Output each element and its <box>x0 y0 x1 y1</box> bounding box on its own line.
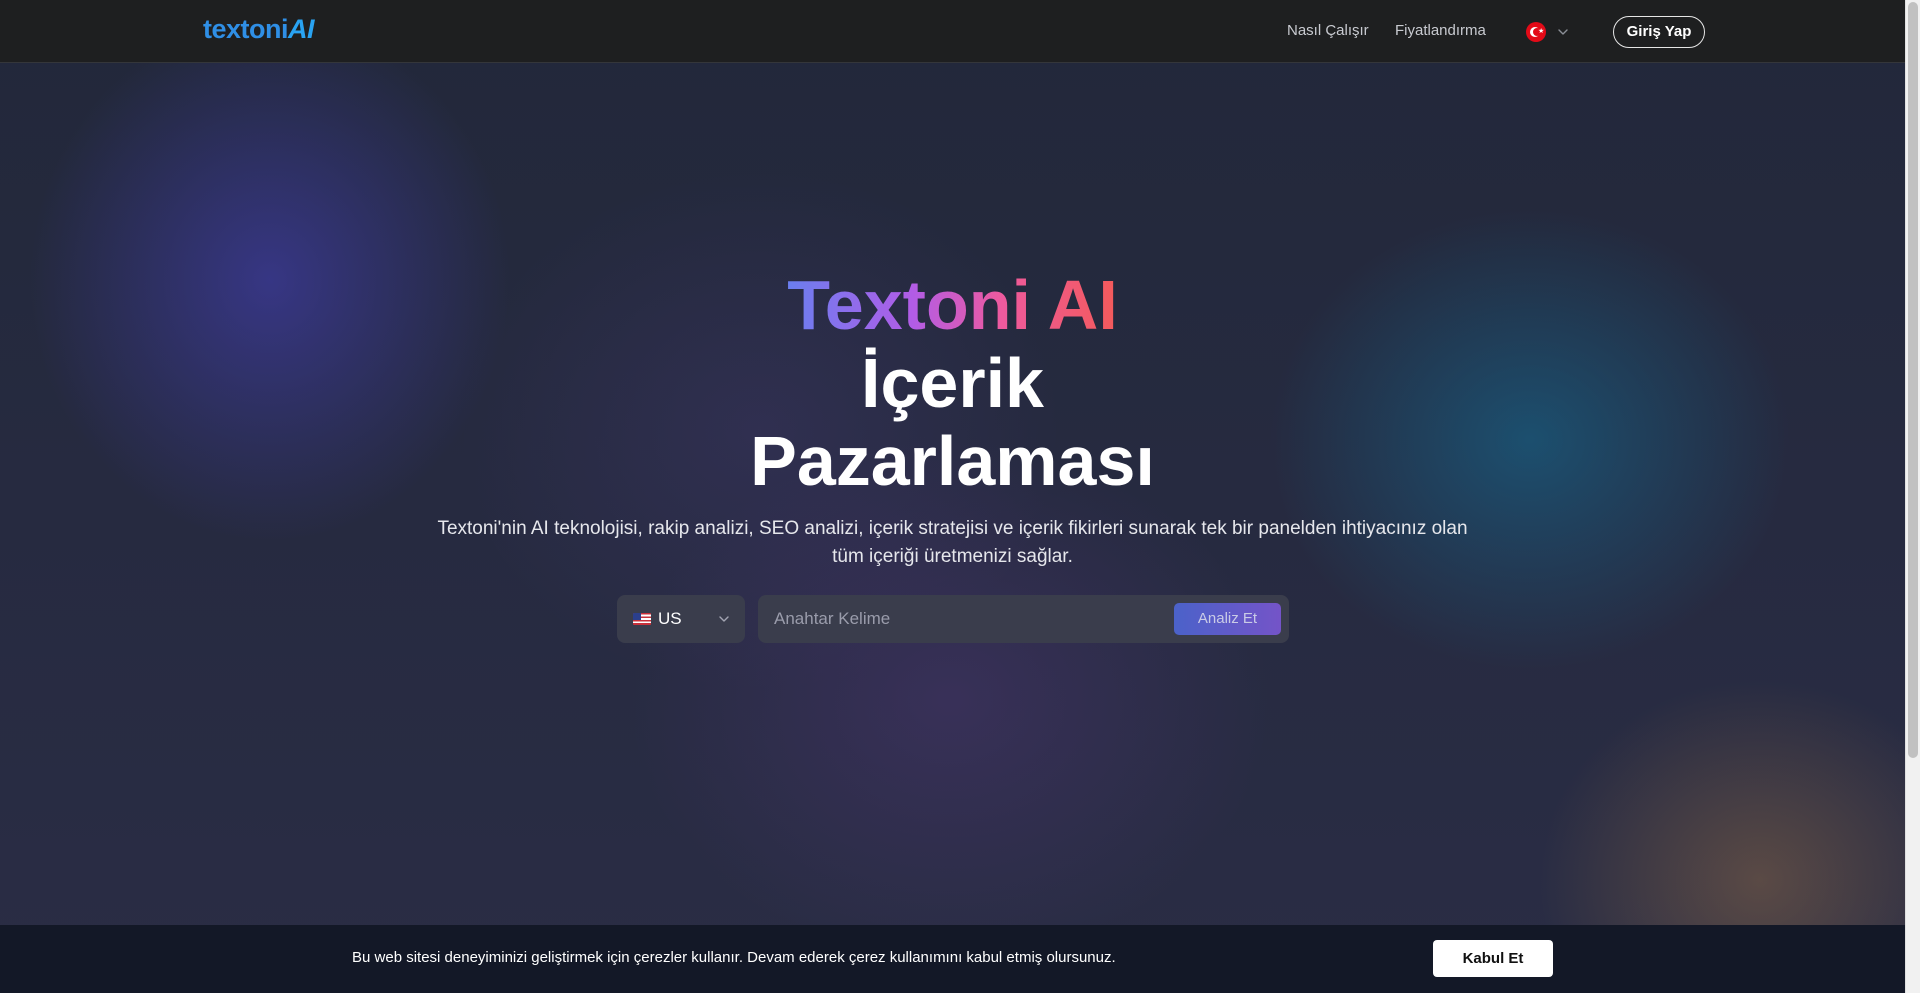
nav-pricing[interactable]: Fiyatlandırma <box>1395 22 1486 39</box>
hero-brand-text: Textoni AI <box>787 266 1118 344</box>
textoni-logo[interactable]: textoniAI <box>203 14 315 45</box>
scrollbar-thumb[interactable] <box>1908 2 1918 758</box>
vertical-scrollbar[interactable] <box>1905 0 1920 993</box>
language-selector[interactable]: ★ <box>1526 22 1570 42</box>
hero-description: Textoni'nin AI teknolojisi, rakip analiz… <box>437 518 1468 567</box>
login-button[interactable]: Giriş Yap <box>1613 16 1705 48</box>
chevron-down-icon <box>719 616 729 622</box>
cookie-banner: Bu web sitesi deneyiminizi geliştirmek i… <box>0 925 1905 993</box>
cookie-accept-button[interactable]: Kabul Et <box>1433 940 1553 977</box>
hero-title-line-2: İçerik <box>861 344 1044 422</box>
nav-how-it-works[interactable]: Nasıl Çalışır <box>1287 22 1369 39</box>
logo-ai-mark: AI <box>288 14 315 44</box>
main-content: textoniAI Nasıl Çalışır Fiyatlandırma ★ … <box>0 0 1905 993</box>
top-navbar: textoniAI Nasıl Çalışır Fiyatlandırma ★ … <box>0 0 1905 63</box>
keyword-search-box: Analiz Et <box>758 595 1289 643</box>
turkey-flag-icon: ★ <box>1526 22 1546 42</box>
us-flag-icon <box>633 613 651 625</box>
logo-wordmark: textoni <box>203 14 289 44</box>
page: textoniAI Nasıl Çalışır Fiyatlandırma ★ … <box>0 0 1920 993</box>
country-code: US <box>658 609 682 628</box>
keyword-input[interactable] <box>774 605 1134 633</box>
cookie-message: Bu web sitesi deneyiminizi geliştirmek i… <box>352 949 1116 966</box>
hero-brand-title: Textoni AI <box>0 266 1905 344</box>
chevron-down-icon <box>1558 29 1568 35</box>
hero-title-line-3: Pazarlaması <box>750 422 1155 500</box>
country-select[interactable]: US <box>617 595 745 643</box>
analyze-button[interactable]: Analiz Et <box>1174 603 1281 635</box>
